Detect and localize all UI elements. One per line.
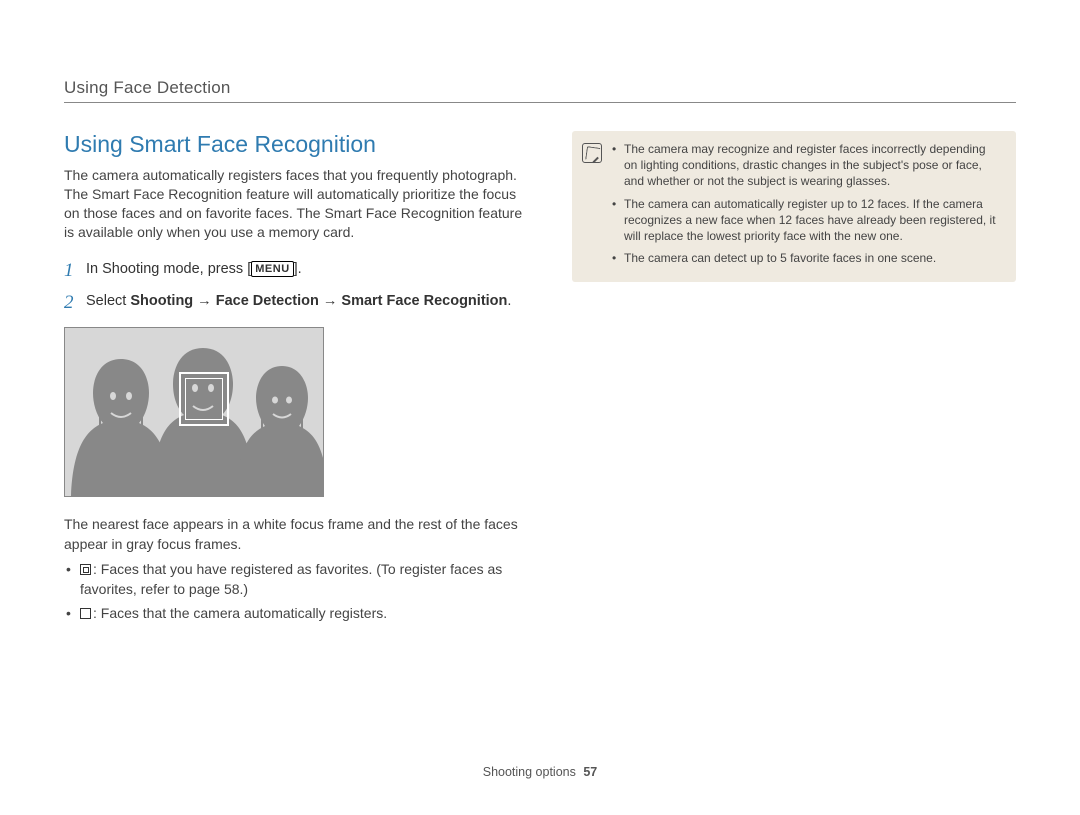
footer-section: Shooting options xyxy=(483,765,576,779)
step-text: In Shooting mode, press [MENU]. xyxy=(86,260,302,280)
left-column: Using Smart Face Recognition The camera … xyxy=(64,131,524,627)
step-1: 1 In Shooting mode, press [MENU]. xyxy=(64,260,524,283)
legend-intro: The nearest face appears in a white focu… xyxy=(64,515,524,554)
double-square-icon xyxy=(80,564,91,575)
step-2-suffix: . xyxy=(507,293,511,309)
legend-item-favorite: : Faces that you have registered as favo… xyxy=(64,560,524,599)
face-frame-white xyxy=(179,372,229,426)
legend-item-1-text: : Faces that you have registered as favo… xyxy=(80,561,502,597)
face-frame-gray xyxy=(99,380,143,428)
header-rule: Using Face Detection xyxy=(64,78,1016,103)
step-number: 1 xyxy=(64,260,86,283)
two-column-layout: Using Smart Face Recognition The camera … xyxy=(64,131,1016,627)
note-item: The camera can detect up to 5 favorite f… xyxy=(612,250,1002,266)
note-box: The camera may recognize and register fa… xyxy=(572,131,1016,282)
face-frame-gray xyxy=(261,384,303,430)
menu-button-label: MENU xyxy=(251,261,293,278)
page-number: 57 xyxy=(583,765,597,779)
note-icon xyxy=(582,143,602,163)
legend-item-2-text: : Faces that the camera automatically re… xyxy=(93,605,387,621)
step-number: 2 xyxy=(64,292,86,315)
step-2-prefix: Select xyxy=(86,293,130,309)
section-intro: The camera automatically registers faces… xyxy=(64,166,524,242)
square-icon xyxy=(80,608,91,619)
breadcrumb: Using Face Detection xyxy=(64,78,1016,98)
section-title: Using Smart Face Recognition xyxy=(64,131,524,158)
right-column: The camera may recognize and register fa… xyxy=(572,131,1016,627)
step-1-suffix: ]. xyxy=(294,261,302,277)
note-item: The camera can automatically register up… xyxy=(612,196,1002,245)
page: Using Face Detection Using Smart Face Re… xyxy=(0,0,1080,627)
page-footer: Shooting options 57 xyxy=(0,765,1080,779)
legend-item-auto: : Faces that the camera automatically re… xyxy=(64,604,524,624)
face-recognition-illustration xyxy=(64,327,324,497)
legend: The nearest face appears in a white focu… xyxy=(64,515,524,623)
note-item: The camera may recognize and register fa… xyxy=(612,141,1002,190)
menu-path: Shooting → Face Detection → Smart Face R… xyxy=(130,293,507,309)
step-2: 2 Select Shooting → Face Detection → Sma… xyxy=(64,292,524,315)
step-1-prefix: In Shooting mode, press [ xyxy=(86,261,251,277)
note-list: The camera may recognize and register fa… xyxy=(612,141,1002,272)
steps-list: 1 In Shooting mode, press [MENU]. 2 Sele… xyxy=(64,260,524,316)
step-text: Select Shooting → Face Detection → Smart… xyxy=(86,292,511,312)
